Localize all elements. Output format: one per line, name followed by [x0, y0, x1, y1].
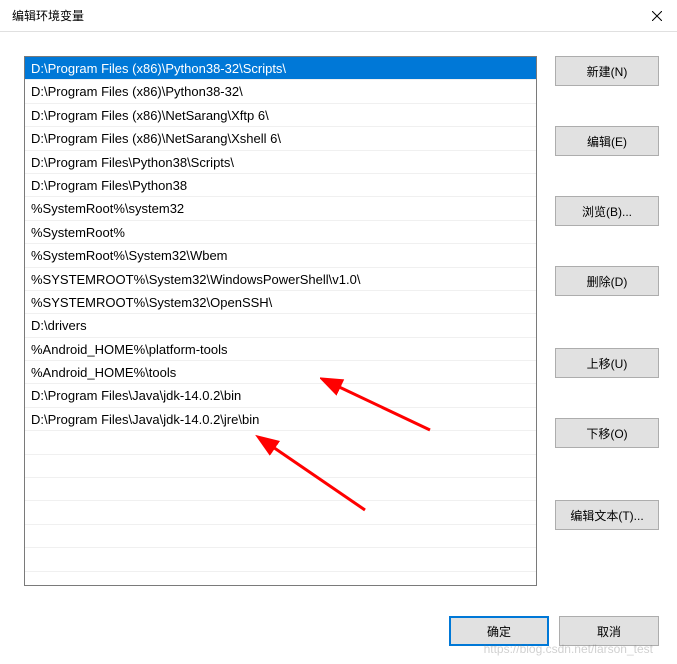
- list-item[interactable]: [25, 525, 536, 548]
- list-item[interactable]: D:\Program Files (x86)\NetSarang\Xshell …: [25, 127, 536, 150]
- list-item[interactable]: [25, 431, 536, 454]
- list-item[interactable]: D:\Program Files\Python38: [25, 174, 536, 197]
- list-item[interactable]: %SYSTEMROOT%\System32\WindowsPowerShell\…: [25, 268, 536, 291]
- edit-button[interactable]: 编辑(E): [555, 126, 659, 156]
- list-item[interactable]: %Android_HOME%\platform-tools: [25, 338, 536, 361]
- list-item[interactable]: %SystemRoot%\system32: [25, 197, 536, 220]
- close-icon: [652, 11, 662, 21]
- move-up-button[interactable]: 上移(U): [555, 348, 659, 378]
- list-item[interactable]: D:\Program Files\Python38\Scripts\: [25, 151, 536, 174]
- list-item[interactable]: [25, 478, 536, 501]
- path-listbox[interactable]: D:\Program Files (x86)\Python38-32\Scrip…: [24, 56, 537, 586]
- list-item[interactable]: %SystemRoot%: [25, 221, 536, 244]
- side-button-group: 新建(N) 编辑(E) 浏览(B)... 删除(D) 上移(U) 下移(O) 编…: [555, 56, 659, 592]
- ok-button[interactable]: 确定: [449, 616, 549, 646]
- list-item[interactable]: D:\Program Files\Java\jdk-14.0.2\bin: [25, 384, 536, 407]
- window-title: 编辑环境变量: [12, 7, 84, 24]
- move-down-button[interactable]: 下移(O): [555, 418, 659, 448]
- list-item[interactable]: D:\Program Files (x86)\Python38-32\: [25, 80, 536, 103]
- list-item[interactable]: %SystemRoot%\System32\Wbem: [25, 244, 536, 267]
- delete-button[interactable]: 删除(D): [555, 266, 659, 296]
- footer-buttons: 确定 取消: [449, 616, 659, 646]
- list-item[interactable]: [25, 455, 536, 478]
- close-button[interactable]: [637, 0, 677, 32]
- browse-button[interactable]: 浏览(B)...: [555, 196, 659, 226]
- list-item[interactable]: %Android_HOME%\tools: [25, 361, 536, 384]
- new-button[interactable]: 新建(N): [555, 56, 659, 86]
- edit-text-button[interactable]: 编辑文本(T)...: [555, 500, 659, 530]
- content-area: D:\Program Files (x86)\Python38-32\Scrip…: [0, 32, 677, 592]
- list-item[interactable]: %SYSTEMROOT%\System32\OpenSSH\: [25, 291, 536, 314]
- cancel-button[interactable]: 取消: [559, 616, 659, 646]
- list-item[interactable]: [25, 501, 536, 524]
- titlebar: 编辑环境变量: [0, 0, 677, 32]
- list-item[interactable]: D:\Program Files (x86)\NetSarang\Xftp 6\: [25, 104, 536, 127]
- list-item[interactable]: D:\Program Files\Java\jdk-14.0.2\jre\bin: [25, 408, 536, 431]
- list-item[interactable]: D:\drivers: [25, 314, 536, 337]
- list-item[interactable]: [25, 548, 536, 571]
- list-item[interactable]: D:\Program Files (x86)\Python38-32\Scrip…: [25, 57, 536, 80]
